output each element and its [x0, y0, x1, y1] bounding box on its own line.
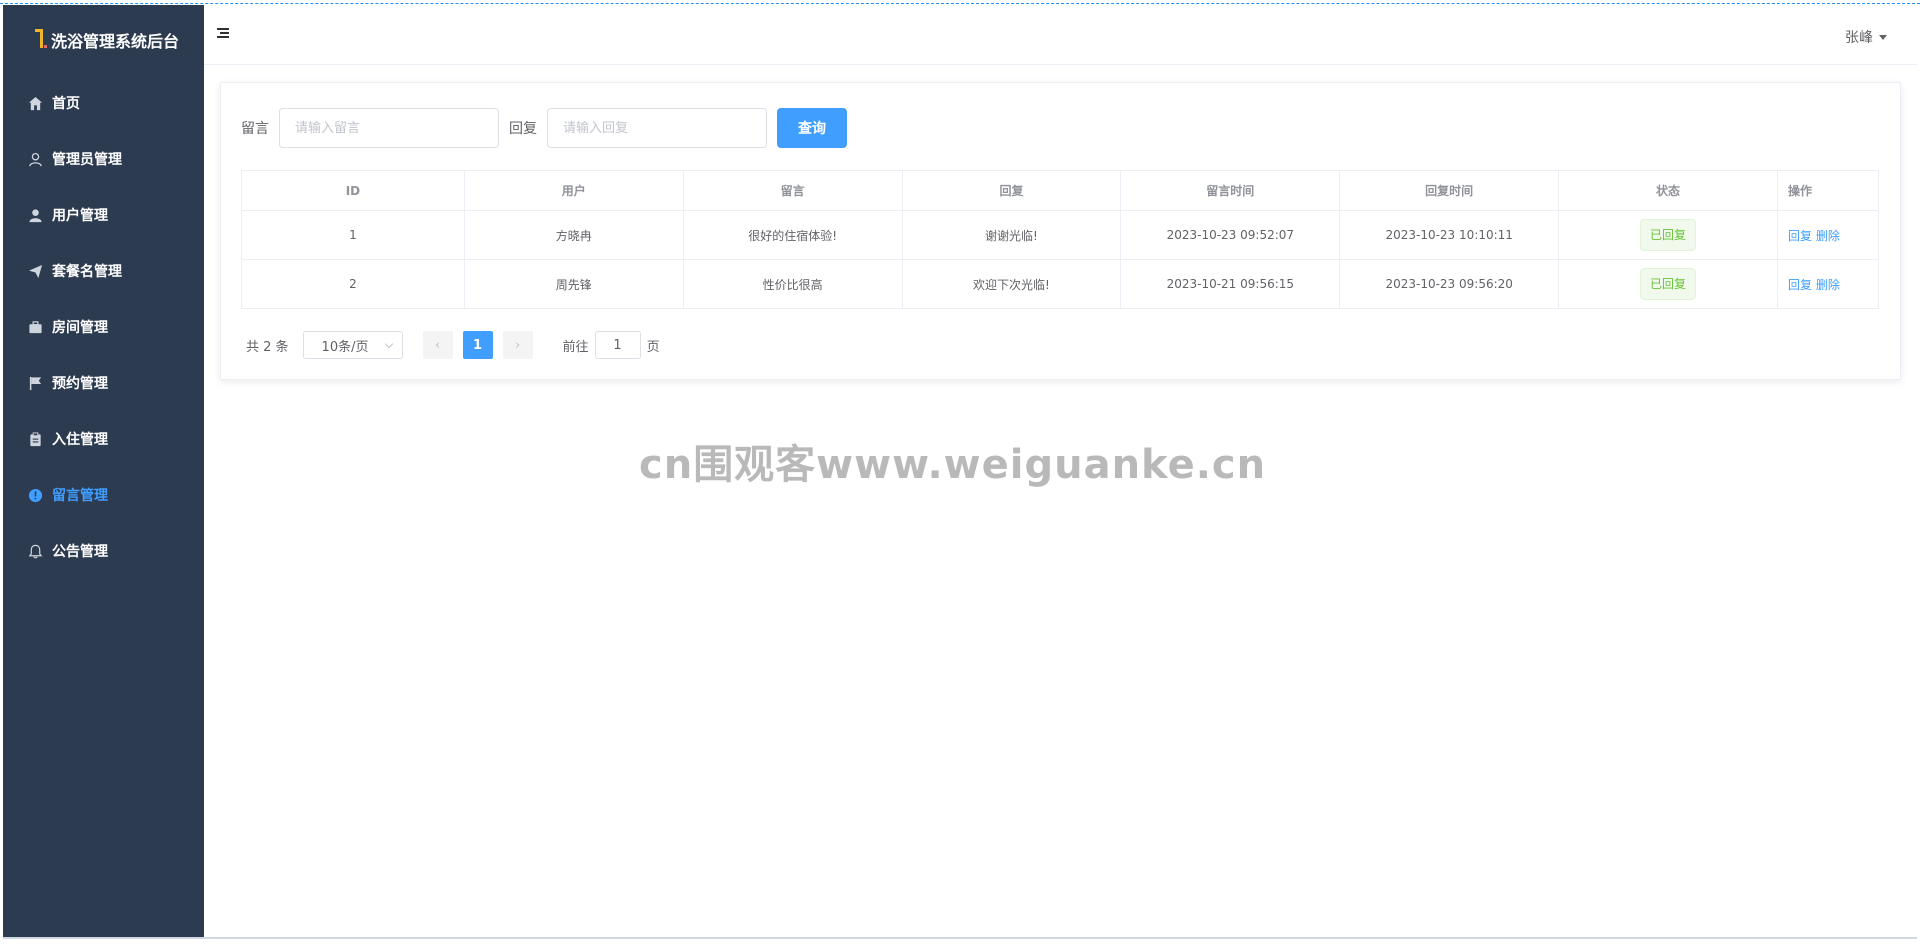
- sidebar-item-label: 套餐名管理: [52, 264, 122, 280]
- sidebar-item-label: 入住管理: [52, 432, 108, 448]
- user-name: 张峰: [1845, 30, 1873, 46]
- sidebar-item-checkin[interactable]: 入住管理: [3, 411, 204, 467]
- reply-filter-label: 回复: [509, 121, 537, 137]
- goto-prefix: 前往: [562, 339, 589, 355]
- table-row: 2 周先锋 性价比很高 欢迎下次光临! 2023-10-21 09:56:15 …: [241, 259, 1880, 309]
- user-dropdown[interactable]: 张峰: [1845, 27, 1887, 47]
- sidebar-item-packages[interactable]: 套餐名管理: [3, 243, 204, 299]
- column-header-reply: 回复: [901, 170, 1122, 211]
- cell-message-time: 2023-10-21 09:56:15: [1120, 259, 1341, 309]
- sidebar-item-users[interactable]: 用户管理: [3, 187, 204, 243]
- reply-link[interactable]: 回复: [1788, 229, 1812, 243]
- page-number-button[interactable]: 1: [462, 331, 493, 359]
- caret-down-icon: [1879, 34, 1887, 40]
- cell-message: 很好的住宿体验!: [682, 210, 903, 260]
- prev-page-button[interactable]: ‹: [422, 331, 453, 359]
- status-badge: 已回复: [1640, 268, 1697, 300]
- chevron-left-icon: ‹: [434, 337, 441, 353]
- content-card: 留言 回复 查询 ID 用户 留言 回复 留言时间 回复时间 状态 操: [220, 82, 1901, 380]
- sidebar-item-label: 用户管理: [52, 208, 108, 224]
- chevron-right-icon: ›: [514, 337, 521, 353]
- message-table: ID 用户 留言 回复 留言时间 回复时间 状态 操作 1 方晓冉 很好的住宿体…: [241, 170, 1880, 309]
- cell-message: 性价比很高: [682, 259, 903, 309]
- cell-status: 已回复: [1558, 259, 1778, 309]
- next-page-button[interactable]: ›: [502, 331, 533, 359]
- goto-page: 前往 页: [563, 331, 660, 359]
- flag-icon: [27, 375, 43, 391]
- sidebar-item-label: 房间管理: [52, 320, 108, 336]
- user-outline-icon: [27, 151, 43, 167]
- status-badge: 已回复: [1640, 219, 1697, 251]
- sidebar-item-label: 公告管理: [52, 544, 108, 560]
- pagination: 共 2 条 10条/页 ‹ 1 › 前往 页: [246, 331, 660, 359]
- send-icon: [27, 263, 43, 279]
- column-header-reply-time: 回复时间: [1339, 170, 1560, 211]
- query-button[interactable]: 查询: [777, 108, 847, 148]
- pagination-total: 共 2 条: [246, 339, 289, 355]
- cell-reply: 谢谢光临!: [901, 210, 1122, 260]
- delete-link[interactable]: 删除: [1816, 278, 1840, 292]
- goto-page-input[interactable]: [594, 331, 641, 359]
- page-size-value: 10条/页: [321, 339, 369, 355]
- cell-reply-time: 2023-10-23 10:10:11: [1339, 210, 1560, 260]
- column-header-user: 用户: [463, 170, 684, 211]
- cell-user: 方晓冉: [463, 210, 684, 260]
- column-header-message: 留言: [682, 170, 903, 211]
- message-search-input[interactable]: [279, 108, 499, 148]
- cell-actions: 回复 删除: [1776, 259, 1880, 309]
- sidebar-item-label: 预约管理: [52, 376, 108, 392]
- menu-toggle-icon[interactable]: [217, 28, 229, 38]
- reply-search-input[interactable]: [547, 108, 767, 148]
- sidebar-item-notices[interactable]: 公告管理: [3, 523, 204, 579]
- cell-status: 已回复: [1558, 210, 1778, 260]
- search-form: 留言 回复 查询: [241, 108, 847, 148]
- cell-user: 周先锋: [463, 259, 684, 309]
- app-frame: 洗浴管理系统后台 首页 管理员管理 用户管理 套餐名管理 房间管理 预约管理 入…: [3, 5, 1917, 939]
- table-row: 1 方晓冉 很好的住宿体验! 谢谢光临! 2023-10-23 09:52:07…: [241, 210, 1880, 260]
- column-header-message-time: 留言时间: [1120, 170, 1341, 211]
- sidebar-item-label: 管理员管理: [52, 152, 122, 168]
- page-size-select[interactable]: 10条/页: [302, 331, 403, 359]
- app-logo: 洗浴管理系统后台: [3, 5, 204, 75]
- info-icon: [27, 487, 43, 503]
- column-header-id: ID: [241, 170, 465, 211]
- sidebar-item-reservations[interactable]: 预约管理: [3, 355, 204, 411]
- sidebar-item-rooms[interactable]: 房间管理: [3, 299, 204, 355]
- logo-icon: [31, 29, 47, 51]
- watermark-text: cn围观客www.weiguanke.cn: [639, 442, 1267, 488]
- delete-link[interactable]: 删除: [1816, 229, 1840, 243]
- cell-id: 1: [241, 210, 465, 260]
- table-header-row: ID 用户 留言 回复 留言时间 回复时间 状态 操作: [241, 170, 1880, 211]
- home-icon: [27, 95, 43, 111]
- sidebar: 洗浴管理系统后台 首页 管理员管理 用户管理 套餐名管理 房间管理 预约管理 入…: [3, 5, 204, 937]
- cell-actions: 回复 删除: [1776, 210, 1880, 260]
- sidebar-menu: 首页 管理员管理 用户管理 套餐名管理 房间管理 预约管理 入住管理 留言管理 …: [3, 75, 204, 579]
- bell-icon: [27, 543, 43, 559]
- column-header-status: 状态: [1558, 170, 1778, 211]
- sidebar-item-label: 首页: [52, 96, 80, 112]
- cell-reply: 欢迎下次光临!: [901, 259, 1122, 309]
- reply-link[interactable]: 回复: [1788, 278, 1812, 292]
- top-border-line: [0, 3, 1920, 4]
- sidebar-item-admin[interactable]: 管理员管理: [3, 131, 204, 187]
- chevron-down-icon: [384, 339, 393, 348]
- cell-id: 2: [241, 259, 465, 309]
- sidebar-item-label: 留言管理: [52, 488, 108, 504]
- message-filter-label: 留言: [241, 121, 269, 137]
- column-header-actions: 操作: [1776, 170, 1880, 211]
- app-title: 洗浴管理系统后台: [51, 32, 180, 51]
- briefcase-icon: [27, 319, 43, 335]
- sidebar-item-home[interactable]: 首页: [3, 75, 204, 131]
- top-header: 张峰: [204, 5, 1917, 65]
- cell-message-time: 2023-10-23 09:52:07: [1120, 210, 1341, 260]
- cell-reply-time: 2023-10-23 09:56:20: [1339, 259, 1560, 309]
- goto-suffix: 页: [646, 339, 660, 355]
- sidebar-item-messages[interactable]: 留言管理: [3, 467, 204, 523]
- user-solid-icon: [27, 207, 43, 223]
- clipboard-icon: [27, 431, 43, 447]
